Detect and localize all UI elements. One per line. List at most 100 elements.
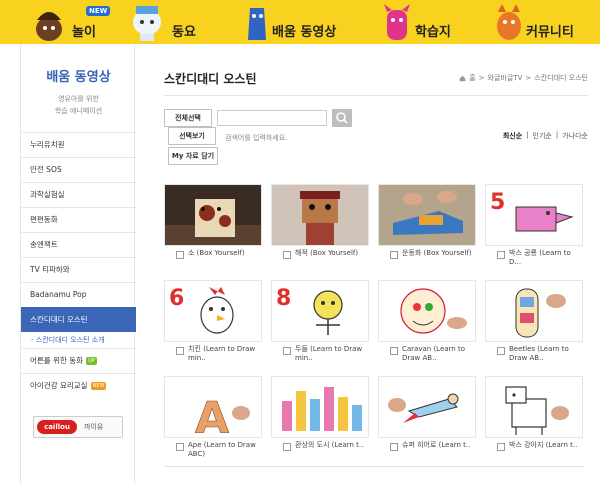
select-view-button[interactable]: 선택보기 bbox=[168, 127, 216, 145]
video-thumbnail[interactable] bbox=[271, 376, 369, 438]
thumbnail-number: 8 bbox=[276, 286, 291, 311]
home-icon bbox=[459, 75, 466, 81]
sidebar-item-adult-tales[interactable]: 어른를 위한 동화 UP bbox=[21, 348, 136, 373]
sidebar-item-tv-tipahawa[interactable]: TV 티파하와 bbox=[21, 257, 136, 282]
card-checkbox[interactable] bbox=[497, 251, 505, 259]
nav-item-learning-videos[interactable]: 배움 동영상 bbox=[240, 0, 370, 44]
breadcrumb-home[interactable]: 홈 bbox=[469, 73, 475, 83]
sort-alphabetical[interactable]: 가나다순 bbox=[562, 131, 588, 141]
page-title: 스칸디대디 오스틴 bbox=[164, 72, 257, 86]
card-title[interactable]: 소 (Box Yourself) bbox=[188, 249, 262, 258]
sidebar-item-fairy-tales[interactable]: 편편동화 bbox=[21, 207, 136, 232]
acorn-character-icon bbox=[36, 12, 62, 41]
card-title[interactable]: Beetles (Learn to Draw AB.. bbox=[509, 345, 583, 363]
select-all-button[interactable]: 전체선택 bbox=[164, 109, 212, 127]
nav-item-play[interactable]: NEW 놀이 bbox=[30, 0, 120, 44]
card-checkbox[interactable] bbox=[283, 251, 291, 259]
card-title[interactable]: 박스 공룡 (Learn to D... bbox=[509, 249, 583, 267]
card-title[interactable]: 운동화 (Box Yourself) bbox=[402, 249, 476, 258]
video-thumbnail[interactable] bbox=[378, 184, 476, 246]
card-checkbox[interactable] bbox=[176, 347, 184, 355]
my-save-button[interactable]: My 자료 담기 bbox=[168, 147, 218, 165]
caillou-label: 까이유 bbox=[84, 423, 104, 431]
card-checkbox[interactable] bbox=[283, 347, 291, 355]
video-card[interactable]: 6 치킨 (Learn to Draw min.. bbox=[164, 280, 262, 364]
nav-item-worksheets[interactable]: 학습지 bbox=[380, 0, 480, 44]
thumbnail-dinosaur-image: 5 bbox=[486, 185, 582, 245]
video-thumbnail[interactable] bbox=[271, 184, 369, 246]
video-thumbnail[interactable]: 6 bbox=[164, 280, 262, 342]
card-title[interactable]: 두들 (Learn to Draw min.. bbox=[295, 345, 369, 363]
sidebar-subitem-intro[interactable]: - 스칸디대디 오스틴 소개 bbox=[21, 332, 136, 348]
card-checkbox[interactable] bbox=[176, 251, 184, 259]
video-thumbnail[interactable]: 5 bbox=[485, 184, 583, 246]
card-checkbox[interactable] bbox=[390, 347, 398, 355]
video-card[interactable]: 해적 (Box Yourself) bbox=[271, 184, 369, 268]
caillou-button[interactable]: caillou 까이유 bbox=[33, 416, 123, 438]
search-input[interactable] bbox=[217, 110, 327, 126]
nav-label-worksheets: 학습지 bbox=[415, 25, 451, 40]
video-card[interactable]: 슈퍼 히어로 (Learn t.. bbox=[378, 376, 476, 460]
up-badge: UP bbox=[86, 357, 97, 365]
card-title[interactable]: Caravan (Learn to Draw AB.. bbox=[402, 345, 476, 363]
thumbnail-fantasy-city-image bbox=[272, 377, 368, 437]
video-thumbnail[interactable] bbox=[378, 376, 476, 438]
sidebar-item-cooking-class[interactable]: 아이건강 요리교실 NEW bbox=[21, 373, 136, 398]
breadcrumb: 홈 > 와글바글TV > 스칸디대디 오스틴 bbox=[459, 73, 588, 83]
card-checkbox[interactable] bbox=[176, 443, 184, 451]
nav-item-community[interactable]: 커뮤니티 bbox=[492, 0, 592, 44]
new-badge: NEW bbox=[90, 382, 107, 390]
thumbnail-superhero-image bbox=[379, 377, 475, 437]
card-title[interactable]: 치킨 (Learn to Draw min.. bbox=[188, 345, 262, 363]
video-card[interactable]: A Ape (Learn to Draw ABC) bbox=[164, 376, 262, 460]
sidebar-item-badanamu-pop[interactable]: Badanamu Pop bbox=[21, 282, 136, 307]
card-checkbox[interactable] bbox=[390, 443, 398, 451]
video-thumbnail[interactable]: A bbox=[164, 376, 262, 438]
sort-separator: | bbox=[555, 131, 559, 139]
sidebar-item-song-n-chant[interactable]: 송엔잭트 bbox=[21, 232, 136, 257]
sidebar-item-nuri[interactable]: 누리유치원 bbox=[21, 132, 136, 157]
sidebar-subtitle: 영유아를 위한 bbox=[58, 95, 99, 103]
new-badge: NEW bbox=[86, 6, 111, 16]
video-card[interactable]: Caravan (Learn to Draw AB.. bbox=[378, 280, 476, 364]
sidebar-item-science-lab[interactable]: 과학실험실 bbox=[21, 182, 136, 207]
sort-latest[interactable]: 최신순 bbox=[503, 131, 522, 141]
nav-item-songs[interactable]: 동요 bbox=[130, 0, 210, 44]
video-card[interactable]: 운동화 (Box Yourself) bbox=[378, 184, 476, 268]
video-card[interactable]: 소 (Box Yourself) bbox=[164, 184, 262, 268]
card-title[interactable]: Ape (Learn to Draw ABC) bbox=[188, 441, 262, 459]
card-checkbox[interactable] bbox=[497, 443, 505, 451]
video-thumbnail[interactable] bbox=[485, 280, 583, 342]
sidebar-item-label: 아이건강 요리교실 bbox=[30, 381, 88, 390]
video-card[interactable]: 5 박스 공룡 (Learn to D... bbox=[485, 184, 583, 268]
card-checkbox[interactable] bbox=[497, 347, 505, 355]
breadcrumb-waglebagle-tv[interactable]: 와글바글TV bbox=[488, 73, 523, 83]
card-title[interactable]: 박스 강아지 (Learn t.. bbox=[509, 441, 583, 450]
thumbnail-chicken-image: 6 bbox=[165, 281, 261, 341]
video-card[interactable]: 박스 강아지 (Learn t.. bbox=[485, 376, 583, 460]
thumbnail-beetles-image bbox=[486, 281, 582, 341]
thumbnail-box-puppy-image bbox=[486, 377, 582, 437]
video-card[interactable]: Beetles (Learn to Draw AB.. bbox=[485, 280, 583, 364]
nav-label-community: 커뮤니티 bbox=[526, 25, 574, 40]
video-card[interactable]: 환상의 도시 (Learn t.. bbox=[271, 376, 369, 460]
video-thumbnail[interactable]: 8 bbox=[271, 280, 369, 342]
video-thumbnail[interactable] bbox=[378, 280, 476, 342]
video-thumbnail[interactable] bbox=[164, 184, 262, 246]
card-title[interactable]: 해적 (Box Yourself) bbox=[295, 249, 369, 258]
search-button[interactable] bbox=[332, 109, 352, 127]
title-divider bbox=[164, 95, 588, 96]
sort-popular[interactable]: 인기순 bbox=[533, 131, 552, 141]
card-checkbox[interactable] bbox=[283, 443, 291, 451]
card-title[interactable]: 슈퍼 히어로 (Learn t.. bbox=[402, 441, 476, 450]
nav-label-learning-videos: 배움 동영상 bbox=[272, 25, 337, 40]
caillou-logo: caillou bbox=[37, 420, 77, 434]
sidebar-item-safety-sos[interactable]: 안전 SOS bbox=[21, 157, 136, 182]
card-checkbox[interactable] bbox=[390, 251, 398, 259]
sidebar-item-scandi-daddy[interactable]: 스칸디대디 오스틴 bbox=[21, 307, 136, 332]
card-title[interactable]: 환상의 도시 (Learn t.. bbox=[295, 441, 369, 450]
breadcrumb-separator: > bbox=[478, 74, 485, 82]
video-card[interactable]: 8 두들 (Learn to Draw min.. bbox=[271, 280, 369, 364]
sort-options: 최신순 | 인기순 | 가나다순 bbox=[503, 131, 588, 141]
video-thumbnail[interactable] bbox=[485, 376, 583, 438]
